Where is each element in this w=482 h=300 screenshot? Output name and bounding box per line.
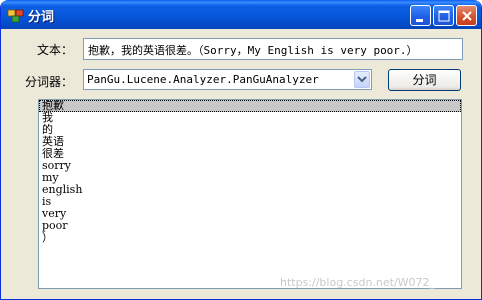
text-input[interactable]: 抱歉，我的英语很差。（Sorry，My English is very poor…	[83, 38, 463, 60]
dropdown-button[interactable]	[354, 71, 370, 88]
list-item[interactable]: is	[39, 196, 461, 208]
segmenter-value: PanGu.Lucene.Analyzer.PanGuAnalyzer	[87, 73, 319, 86]
segmenter-select[interactable]: PanGu.Lucene.Analyzer.PanGuAnalyzer	[83, 69, 372, 90]
close-button[interactable]	[456, 5, 477, 26]
list-item[interactable]: sorry	[39, 160, 461, 172]
maximize-button[interactable]	[433, 5, 454, 26]
text-label: 文本：	[37, 43, 74, 57]
list-item[interactable]: english	[39, 184, 461, 196]
minimize-icon	[416, 19, 423, 22]
list-item[interactable]: 的	[39, 124, 461, 136]
app-icon	[7, 8, 24, 23]
minimize-button[interactable]	[410, 5, 431, 26]
main-window: 分词 文本： 抱歉，我的英语很差。（Sorry，My English is ve…	[0, 0, 482, 300]
list-item[interactable]: 很差	[39, 148, 461, 160]
close-icon	[462, 11, 472, 21]
segment-button[interactable]: 分词	[388, 69, 461, 91]
list-item[interactable]: 抱歉	[39, 100, 461, 112]
results-listbox[interactable]: 抱歉我的英语 很差 sorry my english is very poor）	[38, 99, 462, 289]
watermark: https://blog.csdn.net/W072_	[280, 276, 436, 289]
chevron-down-icon	[357, 76, 367, 83]
title-bar[interactable]: 分词	[1, 0, 481, 29]
maximize-icon	[438, 10, 450, 22]
list-item[interactable]: 我	[39, 112, 461, 124]
form-client-area: 文本： 抱歉，我的英语很差。（Sorry，My English is very …	[4, 29, 478, 297]
list-item[interactable]: 英语	[39, 136, 461, 148]
list-item[interactable]: my	[39, 172, 461, 184]
list-item[interactable]: ）	[39, 232, 461, 244]
list-item[interactable]: very	[39, 208, 461, 220]
window-title: 分词	[28, 10, 55, 25]
segmenter-label: 分词器：	[25, 75, 74, 89]
list-item[interactable]: poor	[39, 220, 461, 232]
